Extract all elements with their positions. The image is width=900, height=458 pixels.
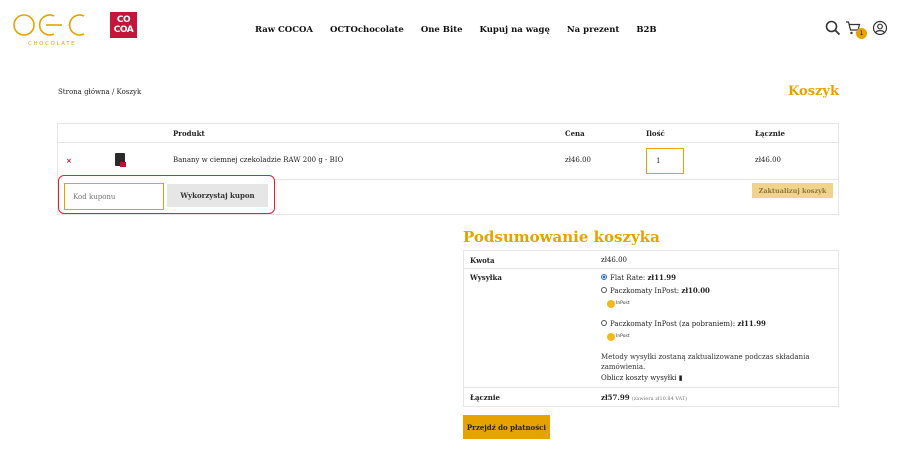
divider xyxy=(464,387,838,388)
product-line-total: zł46.00 xyxy=(755,156,781,164)
shipping-option-price: zł10.00 xyxy=(681,286,710,295)
nav-item-b2b[interactable]: B2B xyxy=(636,25,656,35)
apply-coupon-button[interactable]: Wykorzystaj kupon xyxy=(167,184,268,207)
col-header-price: Cena xyxy=(565,129,585,138)
breadcrumb[interactable]: Strona główna / Koszyk xyxy=(58,88,141,96)
shipping-option-inpost-cod[interactable]: Paczkomaty InPost (za pobraniem): zł11.9… xyxy=(610,319,766,328)
shipping-option-radio-inpost-cod[interactable] xyxy=(601,320,607,326)
nav-item-raw-cocoa[interactable]: Raw COCOA xyxy=(255,25,313,35)
shipping-option-price: zł11.99 xyxy=(647,273,677,282)
col-header-qty: Ilość xyxy=(646,129,665,138)
remove-item-button[interactable]: × xyxy=(66,157,72,165)
col-header-total: Łącznie xyxy=(755,129,785,138)
truck-icon: ▮ xyxy=(678,374,683,382)
cart-summary-title: Podsumowanie koszyka xyxy=(463,228,660,246)
shipping-option-price: zł11.99 xyxy=(737,319,766,328)
total-value: zł57.99 xyxy=(601,393,630,402)
quantity-input[interactable] xyxy=(646,148,684,174)
calculate-shipping-link[interactable]: Oblicz koszty wysyłki ▮ xyxy=(601,374,683,382)
update-cart-button[interactable]: Zaktualizuj koszyk xyxy=(752,183,833,198)
shipping-note: Metody wysyłki zostaną zaktualizowane po… xyxy=(601,353,810,371)
divider xyxy=(58,142,838,143)
page-title: Koszyk xyxy=(788,84,839,99)
total-value-wrap: zł57.99 (zawiera zł10.84 VAT) xyxy=(601,393,687,402)
proceed-to-checkout-button[interactable]: Przejdź do płatności xyxy=(463,415,550,439)
product-name-link[interactable]: Banany w ciemnej czekoladzie RAW 200 g -… xyxy=(173,156,343,164)
shipping-option-label: Paczkomaty InPost (za pobraniem): xyxy=(610,320,738,328)
logo-subtitle: CHOCOLATE xyxy=(28,41,77,47)
cocoa-logo-badge: CO COA xyxy=(110,12,137,38)
subtotal-label: Kwota xyxy=(470,256,495,265)
shipping-option-label: Paczkomaty InPost: xyxy=(610,287,682,295)
shipping-option-flat-rate[interactable]: Flat Rate: zł11.99 xyxy=(610,273,676,282)
total-vat-note: (zawiera zł10.84 VAT) xyxy=(631,396,688,402)
inpost-logo: InPost xyxy=(607,298,637,310)
search-icon[interactable] xyxy=(825,20,841,36)
shipping-option-radio-inpost[interactable] xyxy=(601,287,607,293)
product-thumbnail[interactable] xyxy=(115,153,126,167)
octo-logo-mark xyxy=(13,14,85,36)
nav-item-octochocolate[interactable]: OCTOchocolate xyxy=(330,25,404,35)
main-nav: Raw COCOA OCTOchocolate One Bite Kupuj n… xyxy=(255,25,674,35)
coupon-code-input[interactable] xyxy=(64,183,164,210)
coupon-highlight: Wykorzystaj kupon xyxy=(58,175,275,214)
cart-summary-table: Kwota zł46.00 Wysyłka Flat Rate: zł11.99… xyxy=(463,250,839,407)
shipping-option-radio-flat-rate[interactable] xyxy=(601,274,607,280)
divider xyxy=(464,268,838,269)
cart-count-badge: 1 xyxy=(856,28,867,39)
inpost-logo: InPost xyxy=(607,331,637,343)
subtotal-value: zł46.00 xyxy=(601,256,627,264)
nav-item-one-bite[interactable]: One Bite xyxy=(421,25,463,35)
shipping-option-label: Flat Rate: xyxy=(610,274,648,282)
product-price: zł46.00 xyxy=(565,156,591,164)
shipping-label: Wysyłka xyxy=(470,273,502,282)
nav-item-kupuj-na-wage[interactable]: Kupuj na wagę xyxy=(480,25,550,35)
site-logo[interactable]: CO COA CHOCOLATE xyxy=(12,10,137,50)
nav-item-na-prezent[interactable]: Na prezent xyxy=(567,25,619,35)
col-header-product: Produkt xyxy=(173,129,205,138)
user-icon[interactable] xyxy=(872,20,888,36)
shipping-option-inpost[interactable]: Paczkomaty InPost: zł10.00 xyxy=(610,286,710,295)
total-label: Łącznie xyxy=(470,393,500,402)
